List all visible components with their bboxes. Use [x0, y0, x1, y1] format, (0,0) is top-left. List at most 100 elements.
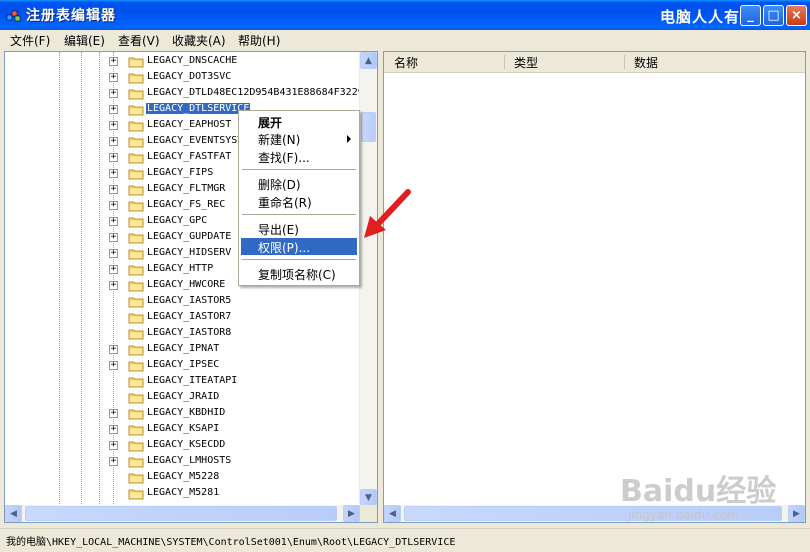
expand-toggle-icon[interactable]: +: [109, 201, 118, 210]
expand-toggle-icon[interactable]: +: [109, 217, 118, 226]
expand-toggle-icon[interactable]: +: [109, 457, 118, 466]
tree-item[interactable]: + LEGACY_LMHOSTS: [5, 454, 365, 470]
expand-toggle-icon[interactable]: +: [109, 233, 118, 242]
tree-item[interactable]: + LEGACY_DTLD48EC12D954B431E88684F3229: [5, 86, 365, 102]
tree-item[interactable]: LEGACY_JRAID: [5, 390, 365, 406]
minimize-button[interactable]: _: [740, 5, 761, 26]
ctx-copy-key-name[interactable]: 复制项名称(C): [241, 265, 357, 282]
expand-toggle-icon[interactable]: +: [109, 169, 118, 178]
scroll-left-button[interactable]: ◀: [5, 505, 22, 522]
ctx-separator: [242, 214, 356, 215]
column-type[interactable]: 类型: [514, 54, 538, 71]
tree-item-label: LEGACY_DTLD48EC12D954B431E88684F3229: [147, 87, 364, 98]
scroll-thumb[interactable]: [361, 112, 376, 142]
expand-toggle-icon[interactable]: +: [109, 185, 118, 194]
folder-icon: [128, 105, 144, 116]
close-button[interactable]: ×: [786, 5, 807, 26]
ctx-permissions[interactable]: 权限(P)...: [241, 238, 357, 255]
menu-file[interactable]: 文件(F): [10, 32, 50, 49]
folder-icon: [128, 57, 144, 68]
tree-horizontal-scrollbar[interactable]: ◀ ▶: [5, 505, 360, 522]
ctx-new[interactable]: 新建(N): [241, 130, 357, 147]
ctx-find[interactable]: 查找(F)...: [241, 148, 357, 165]
tree-item-label: LEGACY_GUPDATE: [147, 231, 232, 242]
ctx-export[interactable]: 导出(E): [241, 220, 357, 237]
ctx-delete[interactable]: 删除(D): [241, 175, 357, 192]
expand-toggle-icon[interactable]: +: [109, 73, 118, 82]
tree-item-label: LEGACY_FASTFAT: [147, 151, 232, 162]
column-data[interactable]: 数据: [634, 54, 658, 71]
tree-item-label: LEGACY_ITEATAPI: [147, 375, 238, 386]
expand-toggle-icon[interactable]: +: [109, 105, 118, 114]
tree-item-label: LEGACY_HWCORE: [147, 279, 226, 290]
expand-toggle-icon[interactable]: +: [109, 281, 118, 290]
folder-icon: [128, 153, 144, 164]
folder-icon: [128, 185, 144, 196]
scroll-down-button[interactable]: ▼: [360, 489, 377, 506]
folder-icon: [128, 169, 144, 180]
tree-item[interactable]: LEGACY_IASTOR8: [5, 326, 365, 342]
tree-item-label: LEGACY_IASTOR8: [147, 327, 232, 338]
menu-favorites[interactable]: 收藏夹(A): [172, 32, 226, 49]
tree-item-label: LEGACY_FS_REC: [147, 199, 226, 210]
tree-item[interactable]: LEGACY_IASTOR7: [5, 310, 365, 326]
folder-icon: [128, 297, 144, 308]
ctx-delete-label: 删除(D): [258, 178, 301, 192]
tree-item[interactable]: LEGACY_M5281: [5, 486, 365, 502]
scroll-up-button[interactable]: ▲: [360, 52, 377, 69]
values-pane[interactable]: 名称 类型 数据 ◀ ▶: [383, 51, 806, 523]
ctx-rename-label: 重命名(R): [258, 196, 312, 210]
expand-toggle-icon[interactable]: +: [109, 153, 118, 162]
expand-toggle-icon[interactable]: +: [109, 361, 118, 370]
tree-vertical-scrollbar[interactable]: ▲ ▼: [359, 52, 377, 506]
menu-help[interactable]: 帮助(H): [238, 32, 280, 49]
folder-icon: [128, 425, 144, 436]
scroll-left-button[interactable]: ◀: [384, 505, 401, 522]
tree-item-label: LEGACY_GPC: [147, 215, 208, 226]
folder-icon: [128, 409, 144, 420]
tree-item[interactable]: LEGACY_ITEATAPI: [5, 374, 365, 390]
tree-item[interactable]: + LEGACY_KSAPI: [5, 422, 365, 438]
expand-toggle-icon[interactable]: +: [109, 137, 118, 146]
column-separator[interactable]: [504, 55, 505, 69]
expand-toggle-icon[interactable]: +: [109, 121, 118, 130]
tree-item-label: LEGACY_IPNAT: [147, 343, 220, 354]
tree-item-label: LEGACY_HTTP: [147, 263, 214, 274]
tree-item[interactable]: + LEGACY_KBDHID: [5, 406, 365, 422]
tree-item[interactable]: + LEGACY_KSECDD: [5, 438, 365, 454]
tree-item-label: LEGACY_IASTOR5: [147, 295, 232, 306]
expand-toggle-icon[interactable]: +: [109, 57, 118, 66]
column-separator[interactable]: [624, 55, 625, 69]
expand-toggle-icon[interactable]: +: [109, 249, 118, 258]
maximize-button[interactable]: □: [763, 5, 784, 26]
tree-item[interactable]: + LEGACY_IPNAT: [5, 342, 365, 358]
h-scroll-thumb[interactable]: [25, 506, 337, 521]
expand-toggle-icon[interactable]: +: [109, 265, 118, 274]
ctx-separator: [242, 259, 356, 260]
tree-item[interactable]: LEGACY_IASTOR5: [5, 294, 365, 310]
expand-toggle-icon[interactable]: +: [109, 441, 118, 450]
scroll-right-button[interactable]: ▶: [788, 505, 805, 522]
tree-item[interactable]: + LEGACY_DOT3SVC: [5, 70, 365, 86]
title-bar[interactable]: 注册表编辑器 电脑人人有 _ □ ×: [0, 0, 810, 30]
expand-toggle-icon[interactable]: +: [109, 409, 118, 418]
folder-icon: [128, 345, 144, 356]
scroll-corner: [360, 505, 377, 522]
expand-toggle-icon[interactable]: +: [109, 89, 118, 98]
menu-edit[interactable]: 编辑(E): [64, 32, 105, 49]
tree-item[interactable]: + LEGACY_DNSCACHE: [5, 54, 365, 70]
scroll-right-button[interactable]: ▶: [343, 505, 360, 522]
baidu-watermark: Baidu经验: [620, 474, 777, 509]
ctx-expand[interactable]: 展开: [241, 113, 357, 130]
column-name[interactable]: 名称: [394, 54, 418, 71]
tree-item-label: LEGACY_DTLSERVICE: [146, 103, 251, 114]
tree-item[interactable]: + LEGACY_IPSEC: [5, 358, 365, 374]
menu-view[interactable]: 查看(V): [118, 32, 160, 49]
expand-toggle-icon[interactable]: +: [109, 425, 118, 434]
expand-toggle-icon[interactable]: +: [109, 345, 118, 354]
ctx-rename[interactable]: 重命名(R): [241, 193, 357, 210]
folder-icon: [128, 393, 144, 404]
tree-item[interactable]: LEGACY_M5228: [5, 470, 365, 486]
baidu-watermark-url: jingyan.baidu.com: [628, 508, 739, 522]
list-header: 名称 类型 数据: [384, 52, 805, 73]
